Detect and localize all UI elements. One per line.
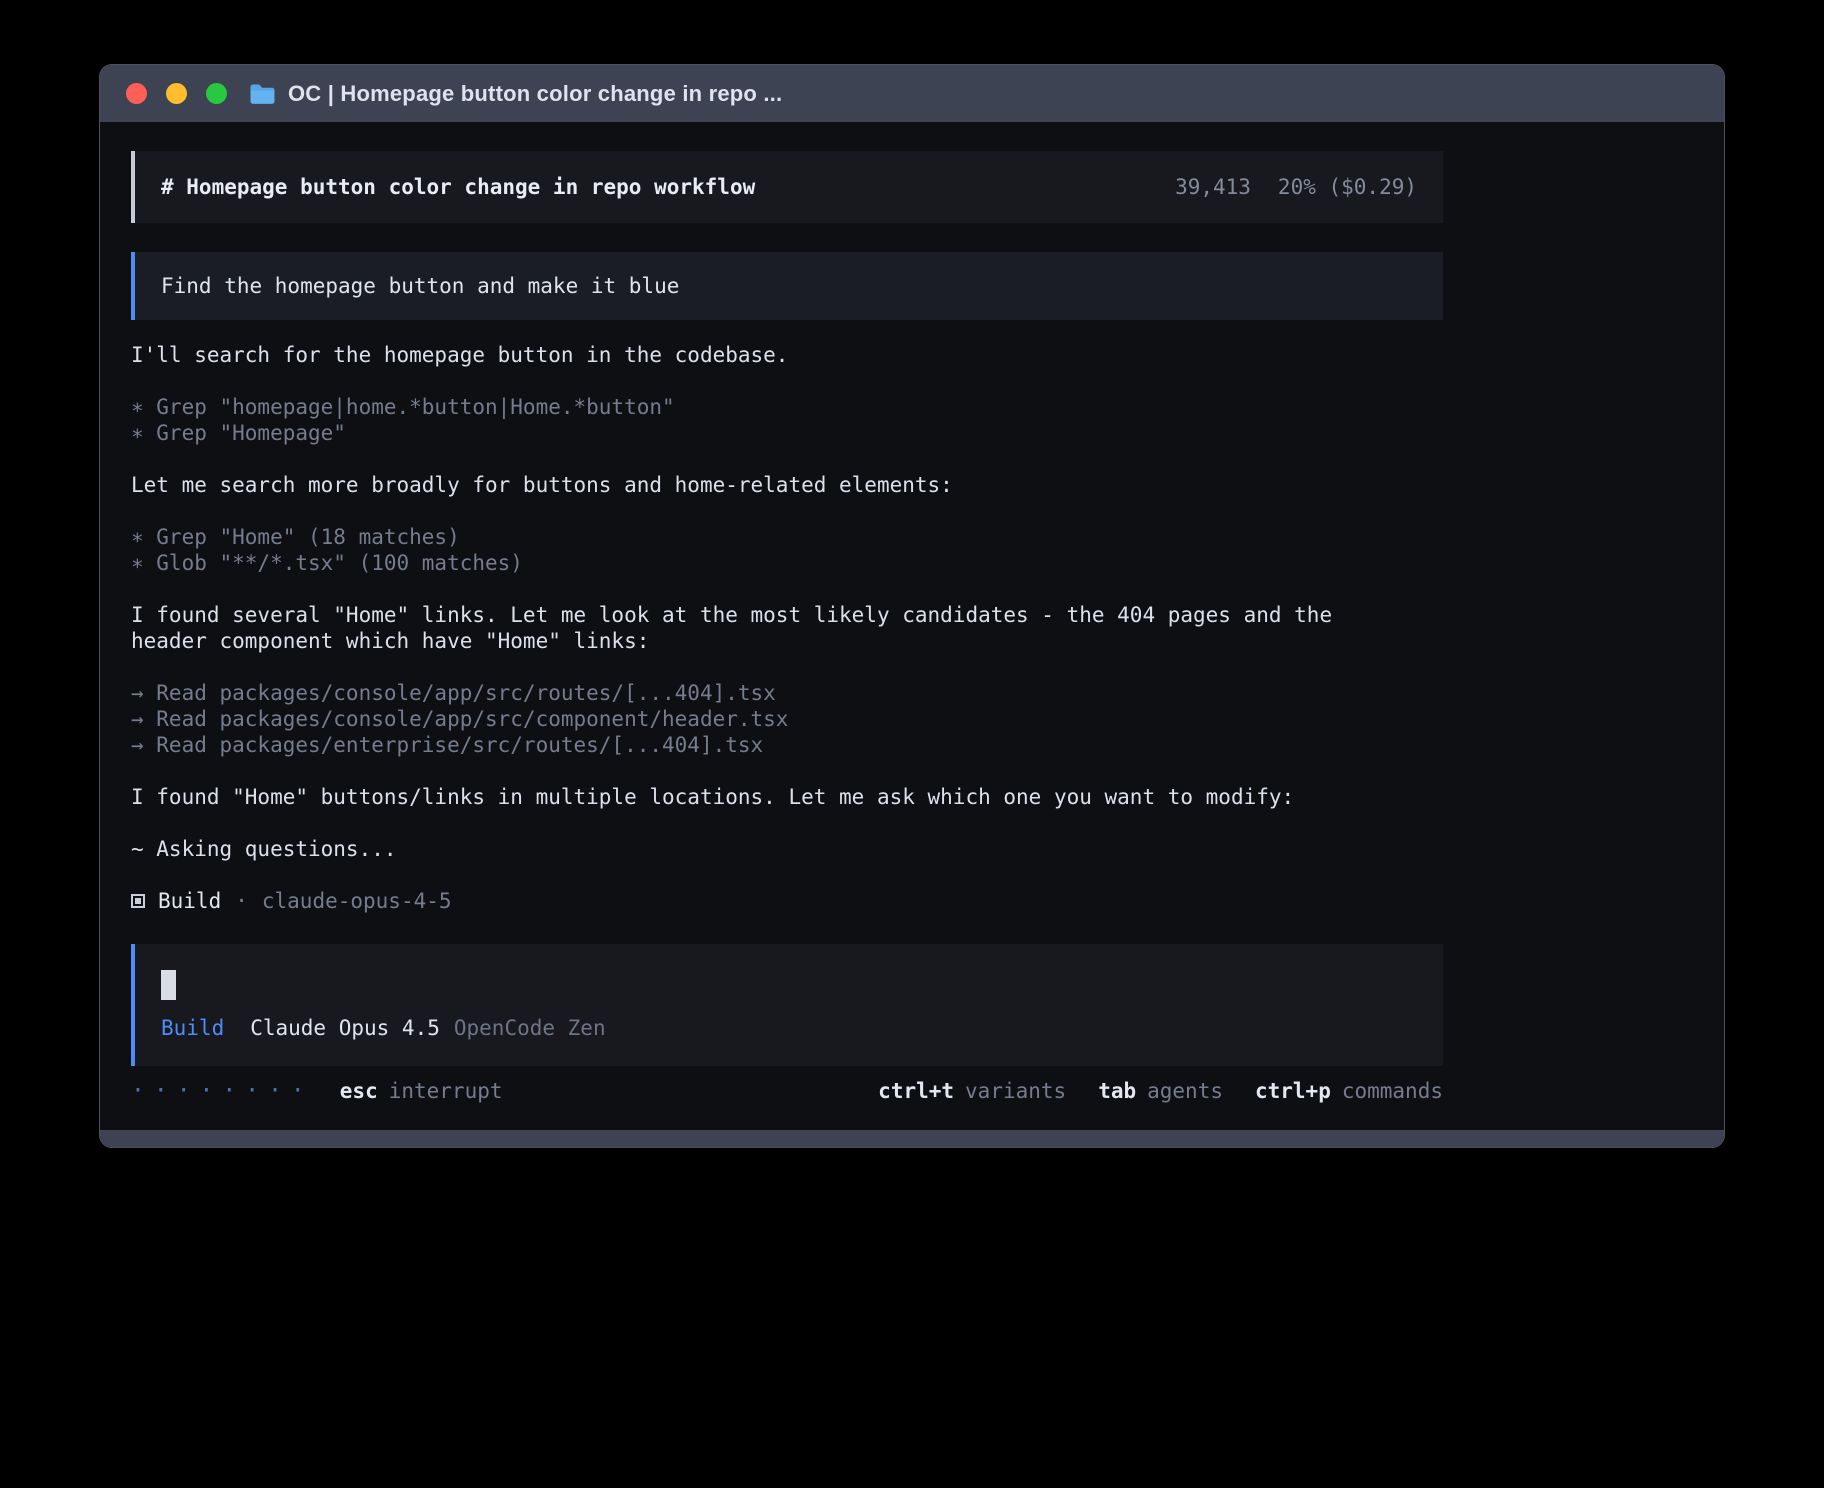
tool-call-grep: ∗ Grep "Home" (18 matches) — [131, 524, 1371, 550]
minimize-button[interactable] — [166, 83, 187, 104]
assistant-line: I found "Home" buttons/links in multiple… — [131, 784, 1371, 810]
token-count: 39,413 — [1175, 175, 1251, 199]
tool-call-read: → Read packages/console/app/src/componen… — [131, 706, 1371, 732]
tool-call-grep: ∗ Grep "Homepage" — [131, 420, 1371, 446]
window-bottom-strip — [100, 1130, 1724, 1147]
variants-label: variants — [965, 1079, 1066, 1103]
agent-square-icon — [131, 894, 145, 908]
blank-line — [131, 446, 1371, 472]
tool-call-read: → Read packages/console/app/src/routes/[… — [131, 680, 1371, 706]
spinner-dots: ········ — [131, 1078, 314, 1104]
agent-status-row: Build · claude-opus-4-5 — [131, 888, 1443, 914]
input-mode-row: Build Claude Opus 4.5 OpenCode Zen — [161, 1016, 1417, 1040]
shortcut-variants: ctrl+t variants — [878, 1079, 1066, 1103]
titlebar: OC | Homepage button color change in rep… — [100, 65, 1724, 122]
provider-name: OpenCode Zen — [454, 1016, 606, 1040]
user-message-text: Find the homepage button and make it blu… — [161, 274, 679, 298]
zoom-button[interactable] — [206, 83, 227, 104]
assistant-line: Let me search more broadly for buttons a… — [131, 472, 1371, 498]
agent-model: claude-opus-4-5 — [262, 889, 452, 913]
window-title: OC | Homepage button color change in rep… — [288, 81, 782, 107]
blank-line — [131, 810, 1371, 836]
blank-line — [131, 498, 1371, 524]
folder-icon — [249, 83, 276, 105]
traffic-lights — [126, 83, 227, 104]
close-button[interactable] — [126, 83, 147, 104]
tool-call-read: → Read packages/enterprise/src/routes/[.… — [131, 732, 1371, 758]
variants-key: ctrl+t — [878, 1079, 954, 1103]
agents-key: tab — [1098, 1079, 1136, 1103]
user-message: Find the homepage button and make it blu… — [131, 252, 1443, 320]
terminal-window: OC | Homepage button color change in rep… — [99, 64, 1725, 1148]
blank-line — [131, 862, 1371, 888]
esc-key: esc — [340, 1079, 378, 1103]
blank-line — [131, 758, 1371, 784]
tool-call-glob: ∗ Glob "**/*.tsx" (100 matches) — [131, 550, 1371, 576]
commands-key: ctrl+p — [1255, 1079, 1331, 1103]
title-group: OC | Homepage button color change in rep… — [249, 81, 782, 107]
text-cursor — [161, 970, 176, 1000]
status-bar: ········ esc interrupt ctrl+t variants t… — [131, 1078, 1443, 1104]
agent-separator: · — [235, 889, 248, 913]
esc-label: interrupt — [389, 1079, 503, 1103]
blank-line — [131, 368, 1371, 394]
blank-line — [131, 576, 1371, 602]
commands-label: commands — [1342, 1079, 1443, 1103]
mode-name: Build — [161, 1016, 224, 1040]
shortcut-agents: tab agents — [1098, 1079, 1223, 1103]
assistant-line: I found several "Home" links. Let me loo… — [131, 602, 1371, 654]
assistant-status-line: ~ Asking questions... — [131, 836, 1371, 862]
shortcut-commands: ctrl+p commands — [1255, 1079, 1443, 1103]
assistant-line: I'll search for the homepage button in t… — [131, 342, 1371, 368]
prompt-input[interactable]: Build Claude Opus 4.5 OpenCode Zen — [131, 944, 1443, 1066]
agents-label: agents — [1147, 1079, 1223, 1103]
model-name: Claude Opus 4.5 — [250, 1016, 440, 1040]
session-title: # Homepage button color change in repo w… — [161, 175, 755, 199]
session-header: # Homepage button color change in repo w… — [131, 151, 1443, 223]
terminal-content: # Homepage button color change in repo w… — [100, 122, 1724, 1130]
blank-line — [131, 654, 1371, 680]
agent-name: Build — [158, 889, 221, 913]
shortcut-interrupt: esc interrupt — [340, 1079, 503, 1103]
context-usage: 20% ($0.29) — [1278, 175, 1417, 199]
tool-call-grep: ∗ Grep "homepage|home.*button|Home.*butt… — [131, 394, 1371, 420]
session-meta: 39,413 20% ($0.29) — [1175, 175, 1417, 199]
assistant-transcript: I'll search for the homepage button in t… — [131, 342, 1371, 888]
